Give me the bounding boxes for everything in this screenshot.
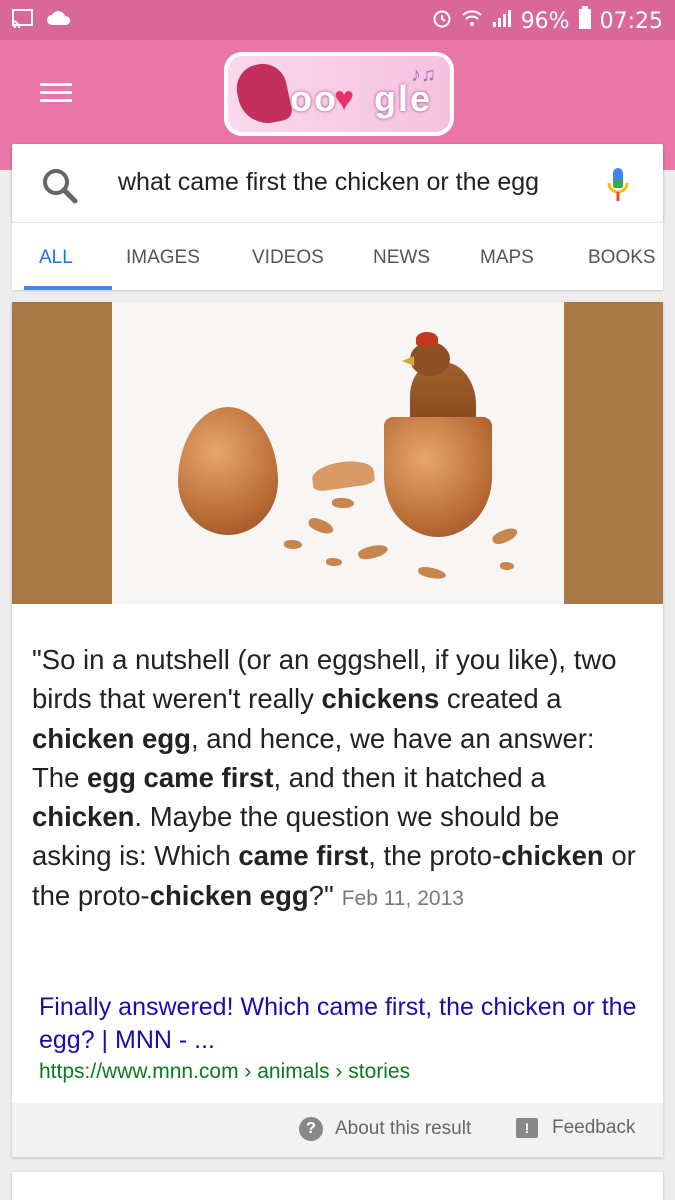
next-result-card [12,1172,663,1200]
tab-news[interactable]: NEWS [373,247,430,269]
result-url[interactable]: https://www.mnn.com › animals › stories [39,1060,410,1084]
tab-videos[interactable]: VIDEOS [252,247,324,269]
featured-snippet-card: "So in a nutshell (or an eggshell, if yo… [12,302,663,1157]
heart-icon: ♥ [334,80,355,118]
alarm-icon [431,7,453,35]
chicken-comb [416,332,438,346]
snippet-quote: "So in a nutshell (or an eggshell, if yo… [32,640,642,918]
search-input[interactable]: what came first the chicken or the egg [118,168,539,197]
status-bar: 96% 07:25 [0,0,675,40]
quote-text: "So in a nutshell (or an eggshell, if yo… [32,644,636,911]
hatched-egg [384,417,492,537]
shell-fragment [490,525,520,547]
cast-icon [10,8,34,33]
google-doodle[interactable]: oo gle ♥ ♪♫ [224,52,454,136]
music-notes-icon: ♪♫ [411,64,436,86]
tab-all[interactable]: ALL [39,247,73,269]
search-icon[interactable] [40,166,80,206]
shell-fragment [310,457,376,493]
clock: 07:25 [599,8,663,34]
chicken-egg-photo [112,302,564,604]
quote-segment: , the proto- [368,840,502,872]
tab-books[interactable]: BOOKS [588,247,656,269]
search-tabs: ALL IMAGES VIDEOS NEWS MAPS BOOKS [12,222,663,290]
shell-fragment [326,558,342,566]
shell-fragment [356,542,390,562]
quote-bold-segment: chicken [501,840,604,872]
quote-bold-segment: chicken egg [149,879,309,911]
quote-bold-segment: chicken egg [32,722,191,754]
about-result-button[interactable]: ? About this result [299,1117,471,1141]
menu-button[interactable] [40,78,74,106]
help-icon: ? [299,1117,323,1141]
quote-segment: ?" [308,879,334,911]
shell-fragment [417,565,447,581]
battery-icon [578,6,592,36]
signal-icon [491,7,513,35]
shell-fragment [500,562,514,570]
result-title-link[interactable]: Finally answered! Which came first, the … [39,991,639,1057]
about-label: About this result [335,1118,472,1139]
snippet-date: Feb 11, 2013 [341,886,464,910]
microphone-icon[interactable] [605,166,631,204]
quote-bold-segment: chickens [321,683,440,715]
chicken-beak [402,356,414,366]
tab-images[interactable]: IMAGES [126,247,200,269]
card-footer: ? About this result ! Feedback [12,1103,663,1157]
quote-bold-segment: egg came first [87,761,274,793]
quote-bold-segment: chicken [32,801,135,833]
doodle-figure [232,59,294,129]
cloud-icon [46,10,72,31]
feedback-label: Feedback [552,1117,636,1138]
quote-segment: , and then it hatched a [273,761,546,793]
active-tab-indicator [24,286,112,290]
wifi-icon [461,7,483,35]
feedback-button[interactable]: ! Feedback [516,1117,635,1139]
shell-fragment [306,515,336,537]
search-box[interactable]: what came first the chicken or the egg [12,144,663,222]
battery-percent: 96% [520,8,570,34]
chicken-head [410,342,450,376]
tab-maps[interactable]: MAPS [480,247,534,269]
quote-bold-segment: came first [238,840,369,872]
quote-segment: created a [439,683,562,715]
shell-fragment [284,540,302,549]
feedback-icon: ! [516,1118,538,1138]
shell-fragment [332,498,354,508]
result-image[interactable] [12,302,663,604]
whole-egg [178,407,278,535]
